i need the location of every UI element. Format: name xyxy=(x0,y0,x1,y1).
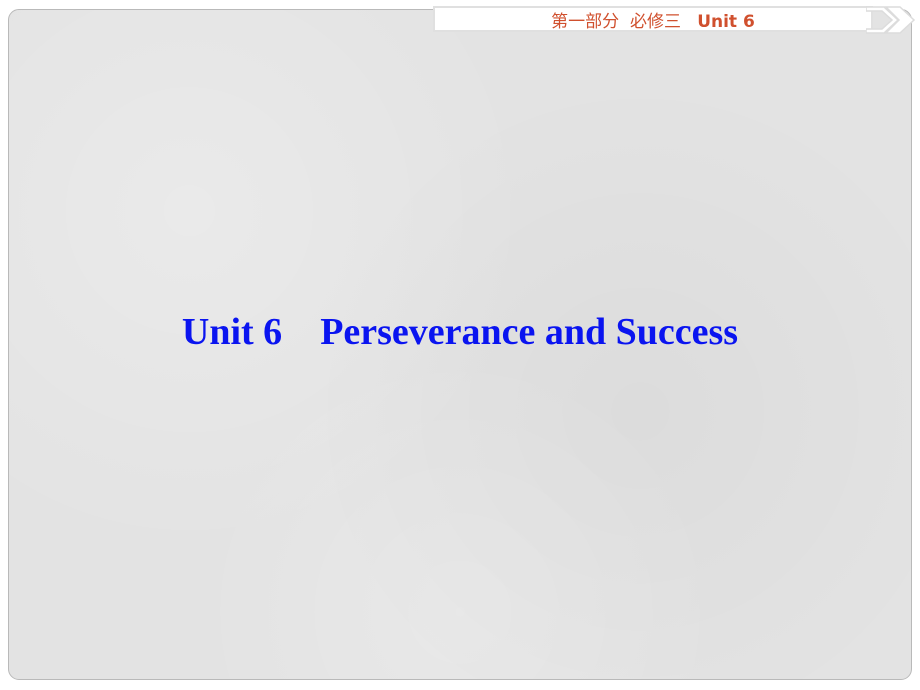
slide-title-topic: Perseverance and Success xyxy=(320,311,739,353)
section-label-cn: 第一部分 必修三 xyxy=(551,11,681,32)
double-chevron-right-icon[interactable] xyxy=(865,4,920,36)
slide-title: Unit 6 Perseverance and Success xyxy=(0,310,920,354)
section-header-bar: 第一部分 必修三 Unit 6 xyxy=(433,6,873,32)
section-header-text: 第一部分 必修三 Unit 6 xyxy=(551,7,755,32)
slide-title-unit: Unit 6 xyxy=(181,311,283,353)
section-unit-label: Unit 6 xyxy=(697,11,755,32)
